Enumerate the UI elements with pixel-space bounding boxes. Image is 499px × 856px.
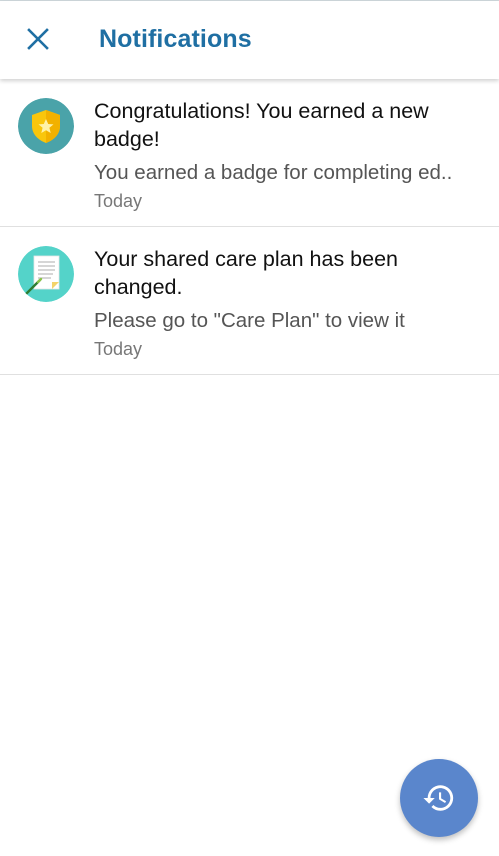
close-button[interactable]	[14, 15, 62, 63]
notification-title: Your shared care plan has been changed.	[94, 247, 399, 299]
notification-time: Today	[94, 339, 143, 359]
page-title: Notifications	[99, 25, 252, 53]
app-bar: Notifications	[0, 1, 499, 79]
history-button[interactable]	[400, 759, 478, 837]
notification-item-care-plan[interactable]: Your shared care plan has been changed. …	[0, 227, 499, 375]
close-icon	[27, 28, 49, 50]
notification-list: Congratulations! You earned a new badge!…	[0, 79, 499, 375]
notification-item-badge[interactable]: Congratulations! You earned a new badge!…	[0, 79, 499, 227]
care-plan-document-icon	[18, 246, 74, 302]
notification-body: You earned a badge for completing ed..	[94, 161, 453, 184]
notification-body: Please go to "Care Plan" to view it	[94, 309, 405, 332]
notification-time: Today	[94, 191, 143, 211]
notifications-screen: Notifications Congratulations! You earne…	[0, 0, 499, 856]
notification-title: Congratulations! You earned a new badge!	[94, 99, 429, 151]
history-icon	[423, 785, 454, 811]
shield-badge-icon	[18, 98, 74, 154]
